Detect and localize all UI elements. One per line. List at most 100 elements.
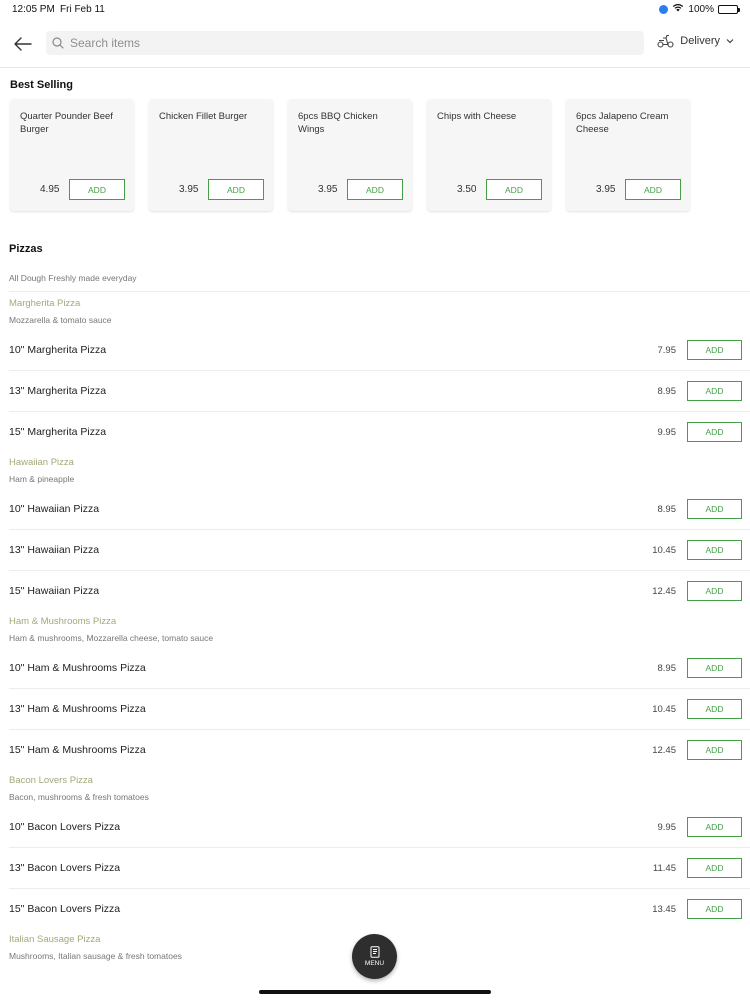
add-button[interactable]: ADD — [687, 340, 742, 360]
back-arrow-icon — [14, 37, 32, 51]
card-item-price: 3.95 — [179, 184, 199, 195]
add-button[interactable]: ADD — [687, 581, 742, 601]
divider — [9, 570, 750, 571]
add-button[interactable]: ADD — [687, 381, 742, 401]
add-button[interactable]: ADD — [687, 740, 742, 760]
menu-item-name: 13" Margherita Pizza — [9, 385, 107, 397]
menu-book-icon — [370, 946, 379, 958]
divider — [9, 847, 750, 848]
add-button[interactable]: ADD — [347, 179, 403, 200]
add-button[interactable]: ADD — [687, 658, 742, 678]
pizza-group-title: Hawaiian Pizza — [9, 457, 74, 468]
status-indicators: 100% — [659, 3, 740, 15]
card-item-price: 3.95 — [318, 184, 338, 195]
menu-item-price: 9.95 — [657, 427, 677, 438]
menu-item-price: 12.45 — [652, 586, 676, 597]
battery-percent: 100% — [688, 3, 714, 15]
best-selling-card[interactable]: 6pcs BBQ Chicken Wings 3.95 ADD — [288, 99, 412, 211]
card-item-name: Quarter Pounder Beef Burger — [20, 111, 113, 135]
menu-item-price: 11.45 — [652, 863, 676, 874]
add-button[interactable]: ADD — [69, 179, 125, 200]
location-icon — [659, 4, 669, 14]
header: Delivery — [0, 22, 750, 68]
pizza-group-description: Bacon, mushrooms & fresh tomatoes — [9, 792, 149, 802]
menu-item-name: 13" Hawaiian Pizza — [9, 544, 100, 556]
pizza-group-title: Margherita Pizza — [9, 298, 81, 309]
menu-item-price: 12.45 — [652, 745, 676, 756]
menu-item-name: 15" Hawaiian Pizza — [9, 585, 100, 597]
add-button[interactable]: ADD — [687, 499, 742, 519]
menu-item-price: 7.95 — [657, 345, 677, 356]
status-bar: 12:05 PM Fri Feb 11 100% — [0, 0, 750, 20]
divider — [9, 529, 750, 530]
card-item-price: 3.95 — [596, 184, 616, 195]
menu-button-label: MENU — [364, 960, 385, 967]
menu-item-price: 13.45 — [652, 904, 676, 915]
pizza-group-title: Ham & Mushrooms Pizza — [9, 616, 117, 627]
menu-item-name: 10" Margherita Pizza — [9, 344, 107, 356]
search-input[interactable] — [70, 36, 630, 50]
pizza-group-description: Mozzarella & tomato sauce — [9, 315, 112, 325]
best-selling-card[interactable]: Chicken Fillet Burger 3.95 ADD — [149, 99, 273, 211]
add-button[interactable]: ADD — [687, 540, 742, 560]
card-item-name: Chicken Fillet Burger — [159, 111, 248, 122]
delivery-label: Delivery — [680, 35, 720, 47]
add-button[interactable]: ADD — [687, 858, 742, 878]
back-button[interactable] — [10, 31, 36, 57]
add-button[interactable]: ADD — [687, 699, 742, 719]
card-item-name: Chips with Cheese — [437, 111, 517, 122]
menu-item-name: 13" Bacon Lovers Pizza — [9, 862, 121, 874]
menu-item-name: 13" Ham & Mushrooms Pizza — [9, 703, 146, 715]
home-indicator — [259, 990, 491, 994]
best-selling-list: Quarter Pounder Beef Burger 4.95 ADD Chicke… — [10, 99, 690, 211]
divider — [9, 291, 750, 292]
pizza-group-description: Mushrooms, Italian sausage & fresh tomat… — [9, 951, 182, 961]
pizza-group-title: Italian Sausage Pizza — [9, 934, 101, 945]
menu-item-name: 15" Bacon Lovers Pizza — [9, 903, 121, 915]
divider — [9, 888, 750, 889]
menu-button[interactable]: MENU — [352, 934, 397, 979]
menu-item-price: 8.95 — [657, 386, 677, 397]
add-button[interactable]: ADD — [486, 179, 542, 200]
divider — [9, 370, 750, 371]
chevron-down-icon — [726, 39, 734, 44]
pizzas-description: All Dough Freshly made everyday — [9, 273, 137, 283]
wifi-icon — [672, 3, 684, 15]
best-selling-card[interactable]: Quarter Pounder Beef Burger 4.95 ADD — [10, 99, 134, 211]
status-date: Fri Feb 11 — [60, 4, 105, 15]
best-selling-card[interactable]: 6pcs Jalapeno Cream Cheese 3.95 ADD — [566, 99, 690, 211]
menu-item-price: 10.45 — [652, 545, 676, 556]
card-item-price: 4.95 — [40, 184, 60, 195]
menu-item-name: 15" Margherita Pizza — [9, 426, 107, 438]
status-time: 12:05 PM — [12, 4, 55, 15]
menu-item-price: 8.95 — [657, 504, 677, 515]
add-button[interactable]: ADD — [687, 817, 742, 837]
card-item-name: 6pcs Jalapeno Cream Cheese — [576, 111, 669, 135]
menu-item-name: 15" Ham & Mushrooms Pizza — [9, 744, 146, 756]
pizzas-title: Pizzas — [9, 243, 43, 255]
add-button[interactable]: ADD — [687, 422, 742, 442]
delivery-selector[interactable]: Delivery — [657, 34, 734, 48]
card-item-price: 3.50 — [457, 184, 477, 195]
pizza-group-description: Ham & pineapple — [9, 474, 75, 484]
add-button[interactable]: ADD — [625, 179, 681, 200]
menu-item-name: 10" Bacon Lovers Pizza — [9, 821, 121, 833]
divider — [9, 729, 750, 730]
search-bar[interactable] — [46, 31, 644, 55]
pizza-group-description: Ham & mushrooms, Mozzarella cheese, toma… — [9, 633, 214, 643]
card-item-name: 6pcs BBQ Chicken Wings — [298, 111, 378, 135]
divider — [9, 411, 750, 412]
battery-icon — [718, 4, 740, 14]
best-selling-title: Best Selling — [10, 79, 73, 91]
add-button[interactable]: ADD — [208, 179, 264, 200]
menu-item-price: 9.95 — [657, 822, 677, 833]
pizza-group-title: Bacon Lovers Pizza — [9, 775, 93, 786]
menu-item-price: 10.45 — [652, 704, 676, 715]
menu-item-name: 10" Hawaiian Pizza — [9, 503, 100, 515]
scooter-icon — [657, 34, 674, 48]
menu-item-price: 8.95 — [657, 663, 677, 674]
divider — [9, 688, 750, 689]
menu-item-name: 10" Ham & Mushrooms Pizza — [9, 662, 146, 674]
add-button[interactable]: ADD — [687, 899, 742, 919]
best-selling-card[interactable]: Chips with Cheese 3.50 ADD — [427, 99, 551, 211]
